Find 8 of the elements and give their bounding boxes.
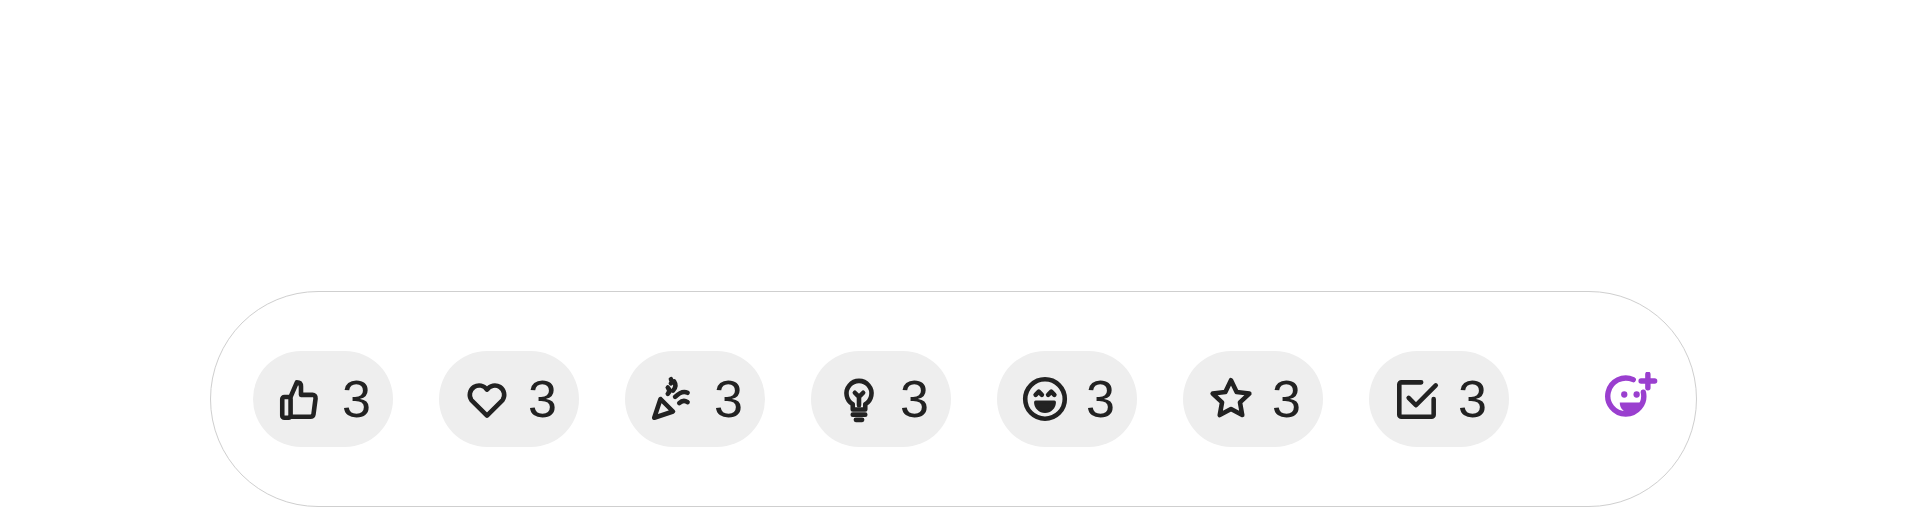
reaction-chip[interactable]: 3 xyxy=(811,351,951,447)
reaction-chip[interactable]: 3 xyxy=(625,351,765,447)
grinning-face-icon xyxy=(1020,374,1070,424)
reaction-chip[interactable]: 3 xyxy=(1183,351,1323,447)
reaction-chip[interactable]: 3 xyxy=(439,351,579,447)
reaction-chip[interactable]: 3 xyxy=(997,351,1137,447)
reaction-chip[interactable]: 3 xyxy=(1369,351,1509,447)
reaction-chip[interactable]: 3 xyxy=(253,351,393,447)
